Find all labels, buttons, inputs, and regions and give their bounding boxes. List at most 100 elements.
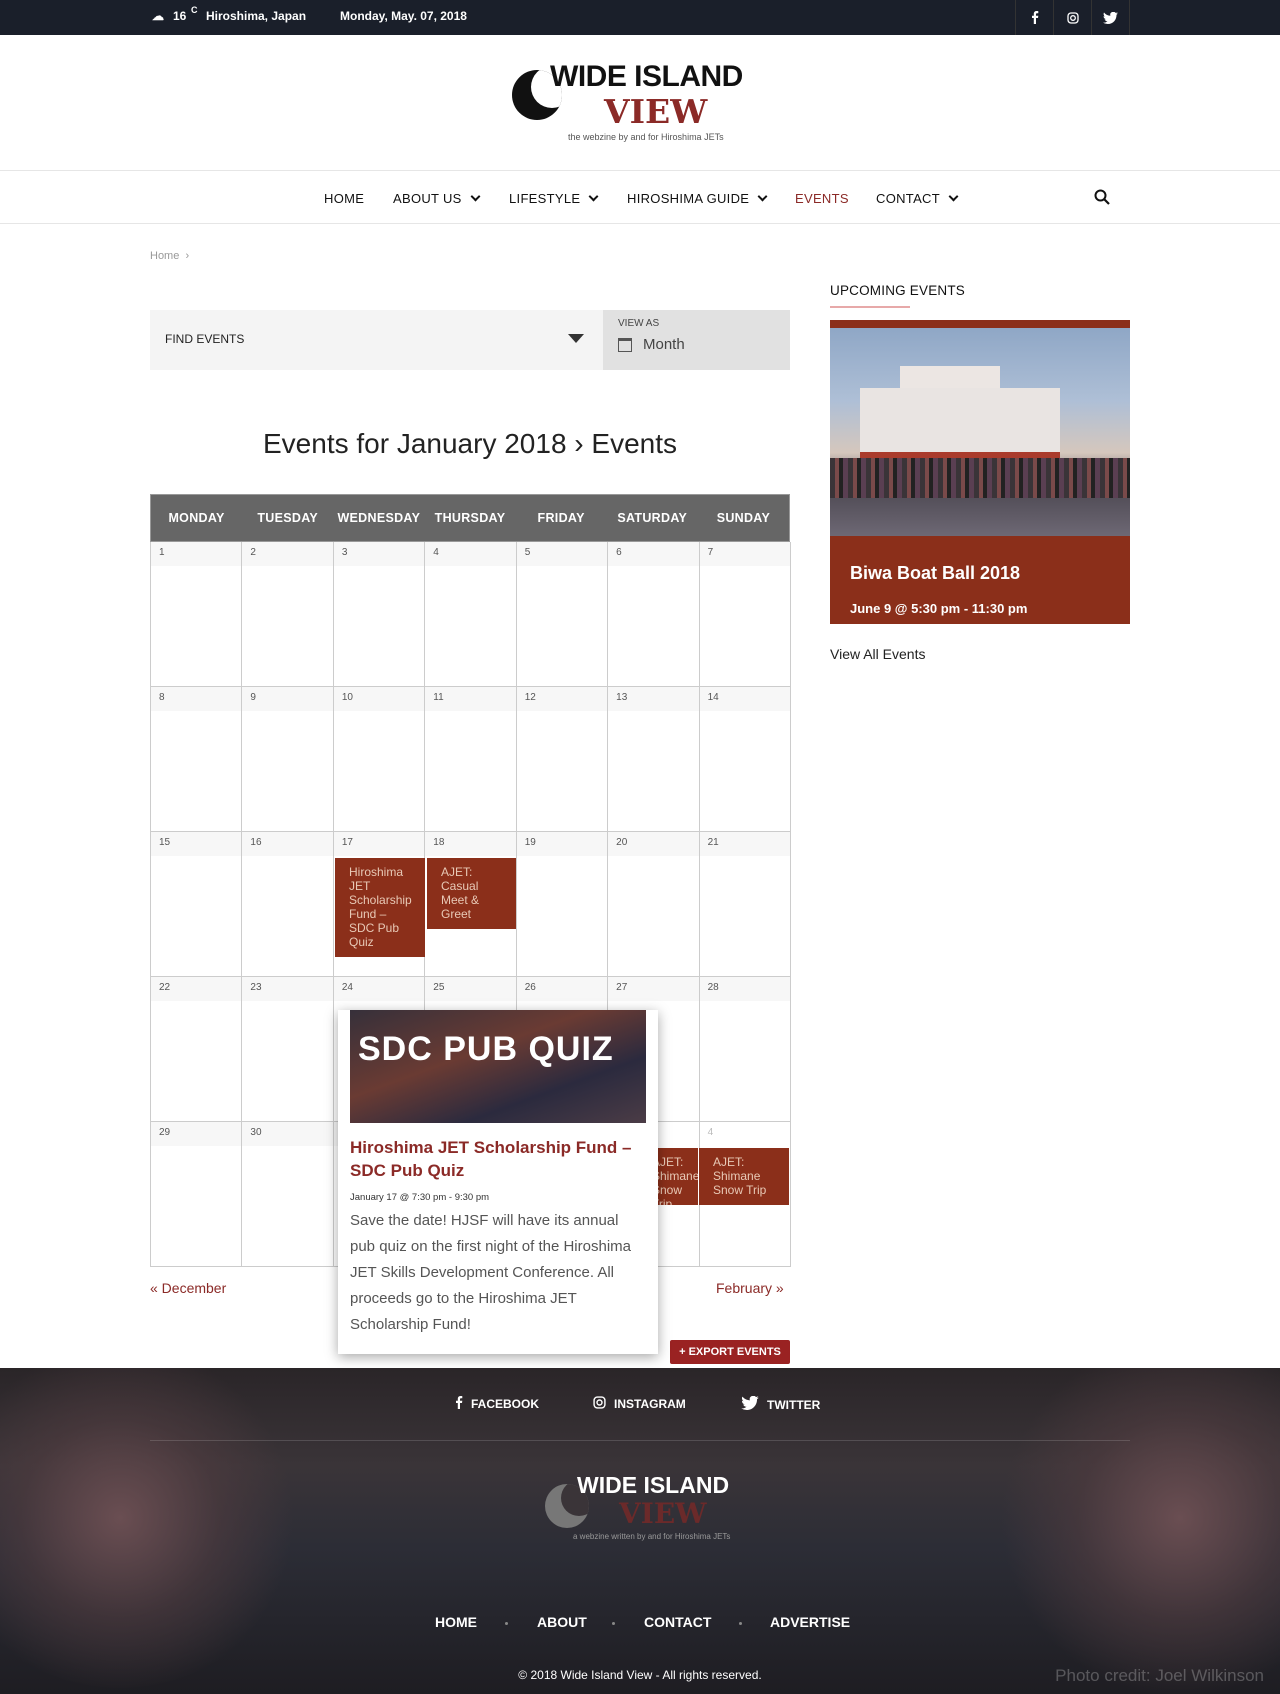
nav-separator xyxy=(505,1622,508,1625)
footer-logo-line2: VIEW xyxy=(619,1497,707,1530)
crowd-graphic xyxy=(830,458,1130,498)
calendar-event[interactable]: Hiroshima JET Scholarship Fund – SDC Pub… xyxy=(335,858,425,957)
event-image-text: SDC PUB QUIZ xyxy=(358,1030,614,1068)
next-month-link[interactable]: February » xyxy=(716,1280,784,1296)
calendar-header: MONDAY TUESDAY WEDNESDAY THURSDAY FRIDAY… xyxy=(150,494,790,542)
find-events-toggle[interactable]: FIND EVENTS xyxy=(165,332,244,346)
export-events-button[interactable]: + EXPORT EVENTS xyxy=(670,1340,790,1364)
instagram-icon[interactable] xyxy=(1054,0,1092,35)
calendar-day-cell[interactable]: 20 xyxy=(608,832,700,977)
day-number: 14 xyxy=(699,687,790,711)
day-header: WEDNESDAY xyxy=(337,511,421,525)
featured-event-card[interactable]: Biwa Boat Ball 2018 June 9 @ 5:30 pm - 1… xyxy=(830,320,1130,624)
footer-logo-tagline: a webzine written by and for Hiroshima J… xyxy=(573,1532,731,1541)
footer-instagram[interactable]: INSTAGRAM xyxy=(593,1396,686,1412)
calendar-day-cell[interactable]: 16 xyxy=(242,832,334,977)
calendar-event[interactable]: AJET: Casual Meet & Greet xyxy=(427,858,516,929)
featured-event-date: June 9 @ 5:30 pm - 11:30 pm xyxy=(850,601,1028,616)
footer-logo[interactable]: WIDE ISLAND VIEW a webzine written by an… xyxy=(545,1472,745,1552)
calendar-day-cell[interactable]: 19 xyxy=(516,832,609,977)
search-icon[interactable] xyxy=(1094,189,1110,210)
view-all-events-link[interactable]: View All Events xyxy=(830,646,925,662)
calendar-day-cell[interactable]: 8 xyxy=(151,687,243,832)
calendar-event[interactable]: AJET: Shimane Snow Trip xyxy=(699,1148,789,1205)
calendar-day-cell[interactable]: 5 xyxy=(516,542,609,687)
day-number: 22 xyxy=(151,977,242,1001)
footer-nav-advertise[interactable]: ADVERTISE xyxy=(770,1614,850,1630)
nav-about[interactable]: ABOUT US xyxy=(393,191,481,206)
calendar-day-cell[interactable]: 14 xyxy=(699,687,791,832)
calendar-day-cell[interactable]: 10 xyxy=(333,687,426,832)
chevron-down-icon xyxy=(470,191,481,202)
day-number: 27 xyxy=(608,977,699,1001)
footer: FACEBOOK INSTAGRAM TWITTER WIDE ISLAND V… xyxy=(0,1368,1280,1694)
nav-lifestyle-label: LIFESTYLE xyxy=(509,191,581,206)
footer-nav-home[interactable]: HOME xyxy=(435,1614,477,1630)
site-logo[interactable]: WIDE ISLAND VIEW the webzine by and for … xyxy=(510,58,780,148)
day-number: 29 xyxy=(151,1122,242,1146)
calendar-day-cell[interactable]: 6 xyxy=(608,542,700,687)
previous-month-link[interactable]: « December xyxy=(150,1280,226,1296)
blossom-decoration xyxy=(0,1368,300,1688)
day-header: TUESDAY xyxy=(257,511,319,525)
footer-nav-contact[interactable]: CONTACT xyxy=(644,1614,711,1630)
day-number: 1 xyxy=(151,542,242,566)
day-header: SUNDAY xyxy=(716,511,771,525)
day-number: 28 xyxy=(699,977,790,1001)
calendar-day-cell[interactable]: 1 xyxy=(151,542,243,687)
view-as-label: VIEW AS xyxy=(618,318,660,329)
view-as-value: Month xyxy=(643,336,685,353)
logo-tagline: the webzine by and for Hiroshima JETs xyxy=(568,132,724,142)
facebook-icon[interactable] xyxy=(1016,0,1054,35)
nav-hiroshima-guide[interactable]: HIROSHIMA GUIDE xyxy=(627,191,768,206)
nav-events[interactable]: EVENTS xyxy=(795,191,849,206)
day-number: 10 xyxy=(333,687,425,711)
calendar-day-cell[interactable]: 29 xyxy=(151,1122,243,1267)
footer-nav-about[interactable]: ABOUT xyxy=(537,1614,587,1630)
breadcrumb-home[interactable]: Home xyxy=(150,250,179,262)
day-number: 6 xyxy=(608,542,699,566)
view-as-selector[interactable]: VIEW AS Month xyxy=(603,310,790,370)
calendar-day-cell[interactable]: 15 xyxy=(151,832,243,977)
day-number: 13 xyxy=(608,687,699,711)
caret-down-icon[interactable] xyxy=(568,334,584,343)
calendar-day-cell[interactable]: 12 xyxy=(516,687,609,832)
calendar-day-cell[interactable]: 9 xyxy=(242,687,334,832)
chevron-down-icon xyxy=(948,191,959,202)
top-bar: ☁ 16 C Hiroshima, Japan Monday, May. 07,… xyxy=(0,0,1280,35)
temperature: 16 xyxy=(173,9,187,23)
footer-facebook[interactable]: FACEBOOK xyxy=(455,1396,539,1412)
calendar-day-cell[interactable]: 4 xyxy=(425,542,517,687)
calendar-day-cell[interactable]: 21 xyxy=(699,832,791,977)
day-header: MONDAY xyxy=(168,511,225,525)
calendar-day-cell[interactable]: 23 xyxy=(242,977,334,1122)
footer-instagram-label: INSTAGRAM xyxy=(614,1397,686,1411)
day-number: 4 xyxy=(699,1122,790,1146)
featured-event-title[interactable]: Biwa Boat Ball 2018 xyxy=(850,563,1020,584)
calendar-title: Events for January 2018 › Events xyxy=(263,428,677,459)
calendar-day-cell[interactable]: 13 xyxy=(608,687,700,832)
day-header: SATURDAY xyxy=(617,511,688,525)
footer-twitter[interactable]: TWITTER xyxy=(741,1395,821,1413)
nav-lifestyle[interactable]: LIFESTYLE xyxy=(509,191,599,206)
footer-twitter-label: TWITTER xyxy=(767,1397,821,1412)
twitter-icon[interactable] xyxy=(1092,0,1130,35)
event-tooltip-title[interactable]: Hiroshima JET Scholarship Fund – SDC Pub… xyxy=(350,1136,646,1182)
calendar-day-cell[interactable]: 30 xyxy=(242,1122,334,1267)
nav-guide-label: HIROSHIMA GUIDE xyxy=(627,191,750,206)
chevron-down-icon xyxy=(588,191,599,202)
logo-line1: WIDE ISLAND xyxy=(550,60,743,93)
nav-contact[interactable]: CONTACT xyxy=(876,191,959,206)
nav-home[interactable]: HOME xyxy=(324,191,364,206)
calendar-day-cell[interactable]: 11 xyxy=(425,687,517,832)
day-number: 12 xyxy=(516,687,608,711)
day-number: 11 xyxy=(425,687,516,711)
calendar-day-cell[interactable]: 28 xyxy=(699,977,791,1122)
calendar-day-cell[interactable]: 7 xyxy=(699,542,791,687)
day-number: 15 xyxy=(151,832,242,856)
calendar-day-cell[interactable]: 2 xyxy=(242,542,334,687)
temperature-unit: C xyxy=(191,5,198,15)
calendar-day-cell[interactable]: 22 xyxy=(151,977,243,1122)
calendar-day-cell[interactable]: 3 xyxy=(333,542,426,687)
day-number: 21 xyxy=(699,832,790,856)
